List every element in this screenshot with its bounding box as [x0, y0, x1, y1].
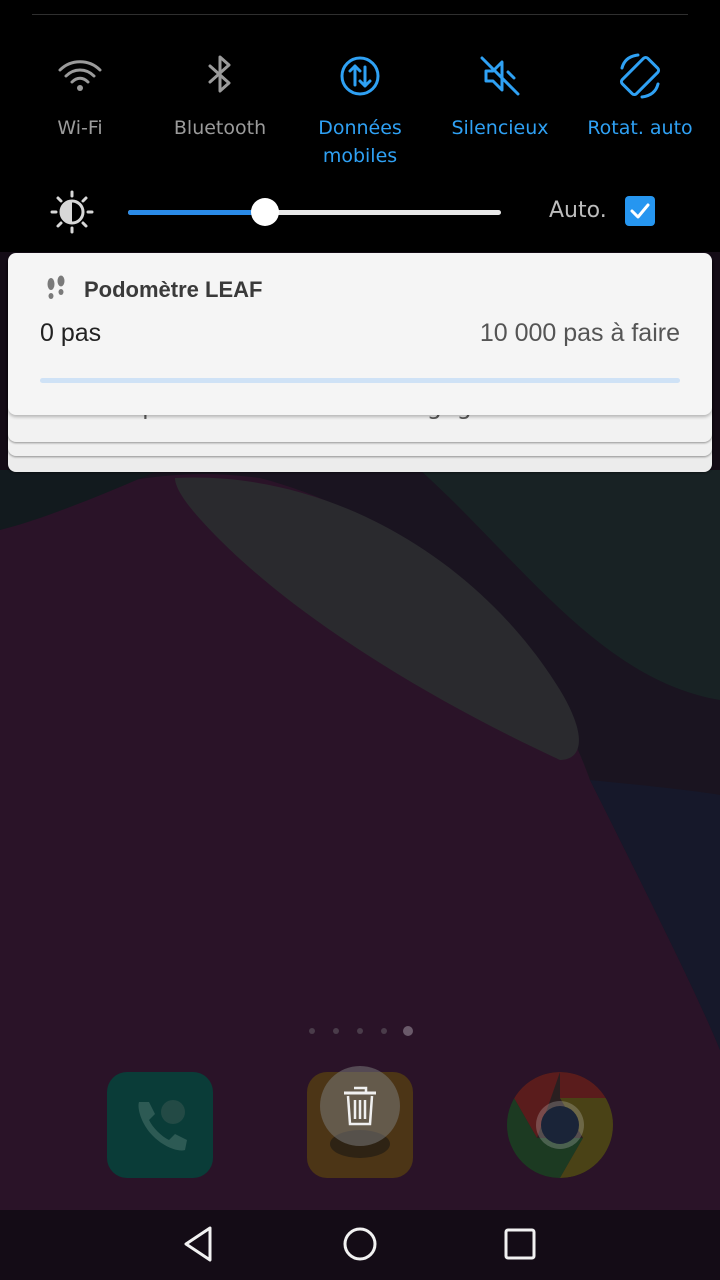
mobile-data-tile[interactable]: Données mobiles: [290, 52, 430, 170]
quick-settings-panel: Wi-Fi Bluetooth Données mobiles Silencie…: [0, 0, 720, 252]
page-indicator: [305, 1024, 415, 1038]
auto-brightness-checkbox[interactable]: [625, 196, 655, 226]
checkmark-icon: [630, 203, 650, 219]
chrome-app-icon[interactable]: [507, 1072, 613, 1178]
recents-icon[interactable]: [498, 1222, 542, 1266]
bluetooth-label: Bluetooth: [173, 117, 267, 139]
bluetooth-tile[interactable]: Bluetooth: [150, 52, 290, 142]
mobile-data-label-line2: mobiles: [322, 145, 398, 167]
mute-icon: [480, 56, 520, 96]
page-dot-active: [403, 1026, 413, 1036]
brightness-icon: [50, 190, 94, 234]
brightness-slider[interactable]: [128, 198, 501, 226]
auto-rotate-label: Rotat. auto: [587, 117, 693, 139]
footprints-icon: [47, 275, 65, 299]
delete-button[interactable]: [320, 1066, 400, 1146]
page-dot: [309, 1028, 315, 1034]
notification-app-name: Podomètre LEAF: [84, 277, 263, 302]
steps-remaining: 10 000 pas à faire: [479, 319, 680, 347]
pedometer-notification[interactable]: Podomètre LEAF 0 pas 10 000 pas à faire: [8, 253, 712, 415]
wifi-label: Wi-Fi: [57, 117, 103, 139]
page-dot: [381, 1028, 387, 1034]
phone-app-icon[interactable]: [107, 1072, 213, 1178]
silent-mode-tile[interactable]: Silencieux: [430, 52, 570, 142]
step-count: 0 pas: [40, 319, 102, 347]
brightness-slider-fill: [128, 210, 265, 215]
brightness-slider-thumb[interactable]: [250, 198, 279, 226]
mobile-data-label-line1: Données: [318, 117, 402, 139]
auto-brightness-label: Auto.: [549, 198, 607, 223]
mobile-data-icon: [340, 56, 380, 96]
page-dot: [357, 1028, 363, 1034]
step-progress-bar: [40, 378, 680, 383]
auto-rotate-tile[interactable]: Rotat. auto: [570, 52, 710, 142]
auto-rotate-icon: [619, 53, 661, 99]
home-icon[interactable]: [338, 1222, 382, 1266]
wifi-tile[interactable]: Wi-Fi: [10, 52, 150, 142]
trash-icon: [344, 1086, 376, 1126]
bluetooth-icon: [208, 55, 231, 93]
navigation-bar: [0, 1208, 720, 1280]
page-dot: [333, 1028, 339, 1034]
wifi-icon: [58, 60, 102, 91]
divider: [32, 14, 688, 15]
silent-mode-label: Silencieux: [451, 117, 549, 139]
back-icon[interactable]: [178, 1222, 222, 1266]
